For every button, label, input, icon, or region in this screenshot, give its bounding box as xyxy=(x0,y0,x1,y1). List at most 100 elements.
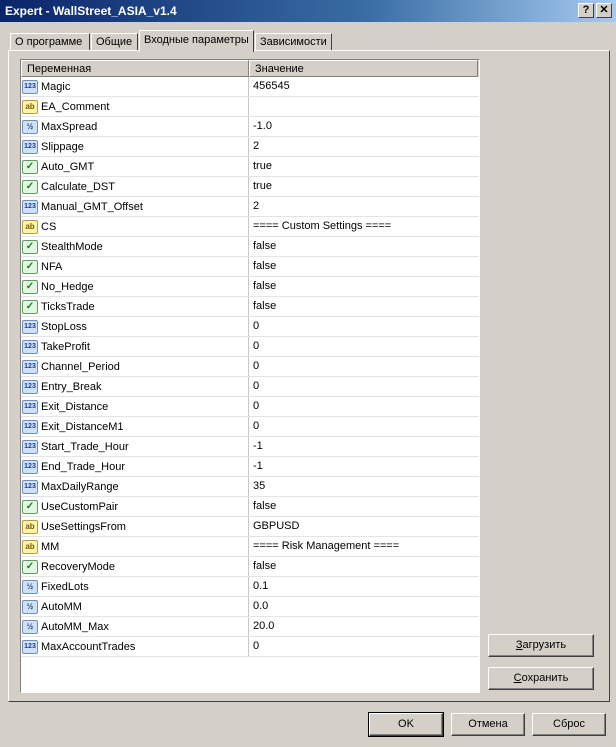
table-row[interactable]: 123 Exit_DistanceM1 0 xyxy=(21,417,479,437)
variable-cell[interactable]: ✓ Calculate_DST xyxy=(21,177,249,196)
value-cell[interactable]: 0 xyxy=(249,397,478,416)
value-cell[interactable]: false xyxy=(249,237,478,256)
value-cell[interactable]: false xyxy=(249,557,478,576)
value-cell[interactable]: 0 xyxy=(249,637,478,656)
table-row[interactable]: 123 Slippage 2 xyxy=(21,137,479,157)
variable-cell[interactable]: 123 StopLoss xyxy=(21,317,249,336)
value-cell[interactable]: GBPUSD xyxy=(249,517,478,536)
close-button[interactable]: ✕ xyxy=(596,3,612,18)
table-row[interactable]: ✓ StealthMode false xyxy=(21,237,479,257)
table-row[interactable]: 123 StopLoss 0 xyxy=(21,317,479,337)
value-cell[interactable]: ==== Risk Management ==== xyxy=(249,537,478,556)
table-row[interactable]: ✓ UseCustomPair false xyxy=(21,497,479,517)
variable-cell[interactable]: ✓ NFA xyxy=(21,257,249,276)
variable-cell[interactable]: ✓ Auto_GMT xyxy=(21,157,249,176)
table-row[interactable]: ½ FixedLots 0.1 xyxy=(21,577,479,597)
table-row[interactable]: 123 Exit_Distance 0 xyxy=(21,397,479,417)
variable-cell[interactable]: 123 Exit_DistanceM1 xyxy=(21,417,249,436)
table-row[interactable]: ab EA_Comment xyxy=(21,97,479,117)
table-row[interactable]: 123 TakeProfit 0 xyxy=(21,337,479,357)
variable-cell[interactable]: 123 Manual_GMT_Offset xyxy=(21,197,249,216)
value-cell[interactable]: -1.0 xyxy=(249,117,478,136)
variable-cell[interactable]: ✓ UseCustomPair xyxy=(21,497,249,516)
variable-cell[interactable]: 123 Magic xyxy=(21,77,249,96)
table-row[interactable]: ✓ NFA false xyxy=(21,257,479,277)
variable-cell[interactable]: ab MM xyxy=(21,537,249,556)
value-cell[interactable]: 0 xyxy=(249,377,478,396)
table-row[interactable]: ½ AutoMM 0.0 xyxy=(21,597,479,617)
table-row[interactable]: ✓ Calculate_DST true xyxy=(21,177,479,197)
table-row[interactable]: ✓ TicksTrade false xyxy=(21,297,479,317)
tab-common[interactable]: Общие xyxy=(91,33,138,51)
save-button[interactable]: Сохранить xyxy=(488,667,594,690)
table-row[interactable]: 123 Magic 456545 xyxy=(21,77,479,97)
reset-button[interactable]: Сброс xyxy=(532,713,606,736)
value-cell[interactable]: 20.0 xyxy=(249,617,478,636)
table-row[interactable]: 123 Entry_Break 0 xyxy=(21,377,479,397)
value-cell[interactable]: 35 xyxy=(249,477,478,496)
value-cell[interactable]: 0 xyxy=(249,337,478,356)
tab-about[interactable]: О программе xyxy=(10,33,90,51)
value-cell[interactable]: false xyxy=(249,277,478,296)
tab-inputs[interactable]: Входные параметры xyxy=(139,30,254,52)
value-cell[interactable]: -1 xyxy=(249,437,478,456)
value-cell[interactable]: -1 xyxy=(249,457,478,476)
table-row[interactable]: ✓ No_Hedge false xyxy=(21,277,479,297)
help-button[interactable]: ? xyxy=(578,3,594,18)
variable-cell[interactable]: 123 TakeProfit xyxy=(21,337,249,356)
value-cell[interactable]: 0.0 xyxy=(249,597,478,616)
value-cell[interactable]: 0 xyxy=(249,417,478,436)
variable-cell[interactable]: ½ AutoMM_Max xyxy=(21,617,249,636)
variable-cell[interactable]: ab EA_Comment xyxy=(21,97,249,116)
table-row[interactable]: ab MM ==== Risk Management ==== xyxy=(21,537,479,557)
variable-cell[interactable]: 123 Slippage xyxy=(21,137,249,156)
load-button[interactable]: Загрузить xyxy=(488,634,594,657)
table-row[interactable]: 123 MaxAccountTrades 0 xyxy=(21,637,479,657)
column-header-variable[interactable]: Переменная xyxy=(21,60,249,77)
ok-button[interactable]: OK xyxy=(368,712,444,737)
table-row[interactable]: ab CS ==== Custom Settings ==== xyxy=(21,217,479,237)
variable-cell[interactable]: ✓ TicksTrade xyxy=(21,297,249,316)
value-cell[interactable]: ==== Custom Settings ==== xyxy=(249,217,478,236)
variable-cell[interactable]: ab CS xyxy=(21,217,249,236)
variable-cell[interactable]: ½ AutoMM xyxy=(21,597,249,616)
variable-cell[interactable]: 123 MaxAccountTrades xyxy=(21,637,249,656)
table-row[interactable]: ✓ RecoveryMode false xyxy=(21,557,479,577)
variable-cell[interactable]: ½ MaxSpread xyxy=(21,117,249,136)
variable-cell[interactable]: ✓ No_Hedge xyxy=(21,277,249,296)
table-row[interactable]: 123 Start_Trade_Hour -1 xyxy=(21,437,479,457)
value-cell[interactable]: false xyxy=(249,497,478,516)
value-cell[interactable]: false xyxy=(249,257,478,276)
variable-cell[interactable]: 123 Entry_Break xyxy=(21,377,249,396)
table-row[interactable]: ✓ Auto_GMT true xyxy=(21,157,479,177)
variable-cell[interactable]: ½ FixedLots xyxy=(21,577,249,596)
variable-cell[interactable]: ✓ RecoveryMode xyxy=(21,557,249,576)
tab-dependencies[interactable]: Зависимости xyxy=(255,33,332,51)
variable-cell[interactable]: 123 Exit_Distance xyxy=(21,397,249,416)
variable-cell[interactable]: ✓ StealthMode xyxy=(21,237,249,256)
table-row[interactable]: 123 Channel_Period 0 xyxy=(21,357,479,377)
variable-cell[interactable]: 123 Start_Trade_Hour xyxy=(21,437,249,456)
table-row[interactable]: 123 MaxDailyRange 35 xyxy=(21,477,479,497)
column-header-value[interactable]: Значение xyxy=(249,60,478,77)
value-cell[interactable]: 0.1 xyxy=(249,577,478,596)
variable-cell[interactable]: 123 Channel_Period xyxy=(21,357,249,376)
value-cell[interactable]: 0 xyxy=(249,317,478,336)
value-cell[interactable]: 456545 xyxy=(249,77,478,96)
variable-cell[interactable]: ab UseSettingsFrom xyxy=(21,517,249,536)
value-cell[interactable]: 2 xyxy=(249,137,478,156)
variable-cell[interactable]: 123 MaxDailyRange xyxy=(21,477,249,496)
table-row[interactable]: 123 End_Trade_Hour -1 xyxy=(21,457,479,477)
value-cell[interactable]: true xyxy=(249,157,478,176)
value-cell[interactable]: false xyxy=(249,297,478,316)
value-cell[interactable]: 2 xyxy=(249,197,478,216)
variable-cell[interactable]: 123 End_Trade_Hour xyxy=(21,457,249,476)
cancel-button[interactable]: Отмена xyxy=(451,713,525,736)
parameters-grid[interactable]: Переменная Значение 123 Magic 456545 ab EA_C… xyxy=(20,59,480,693)
table-row[interactable]: ½ MaxSpread -1.0 xyxy=(21,117,479,137)
table-row[interactable]: 123 Manual_GMT_Offset 2 xyxy=(21,197,479,217)
table-row[interactable]: ab UseSettingsFrom GBPUSD xyxy=(21,517,479,537)
value-cell[interactable] xyxy=(249,97,478,116)
value-cell[interactable]: true xyxy=(249,177,478,196)
table-row[interactable]: ½ AutoMM_Max 20.0 xyxy=(21,617,479,637)
